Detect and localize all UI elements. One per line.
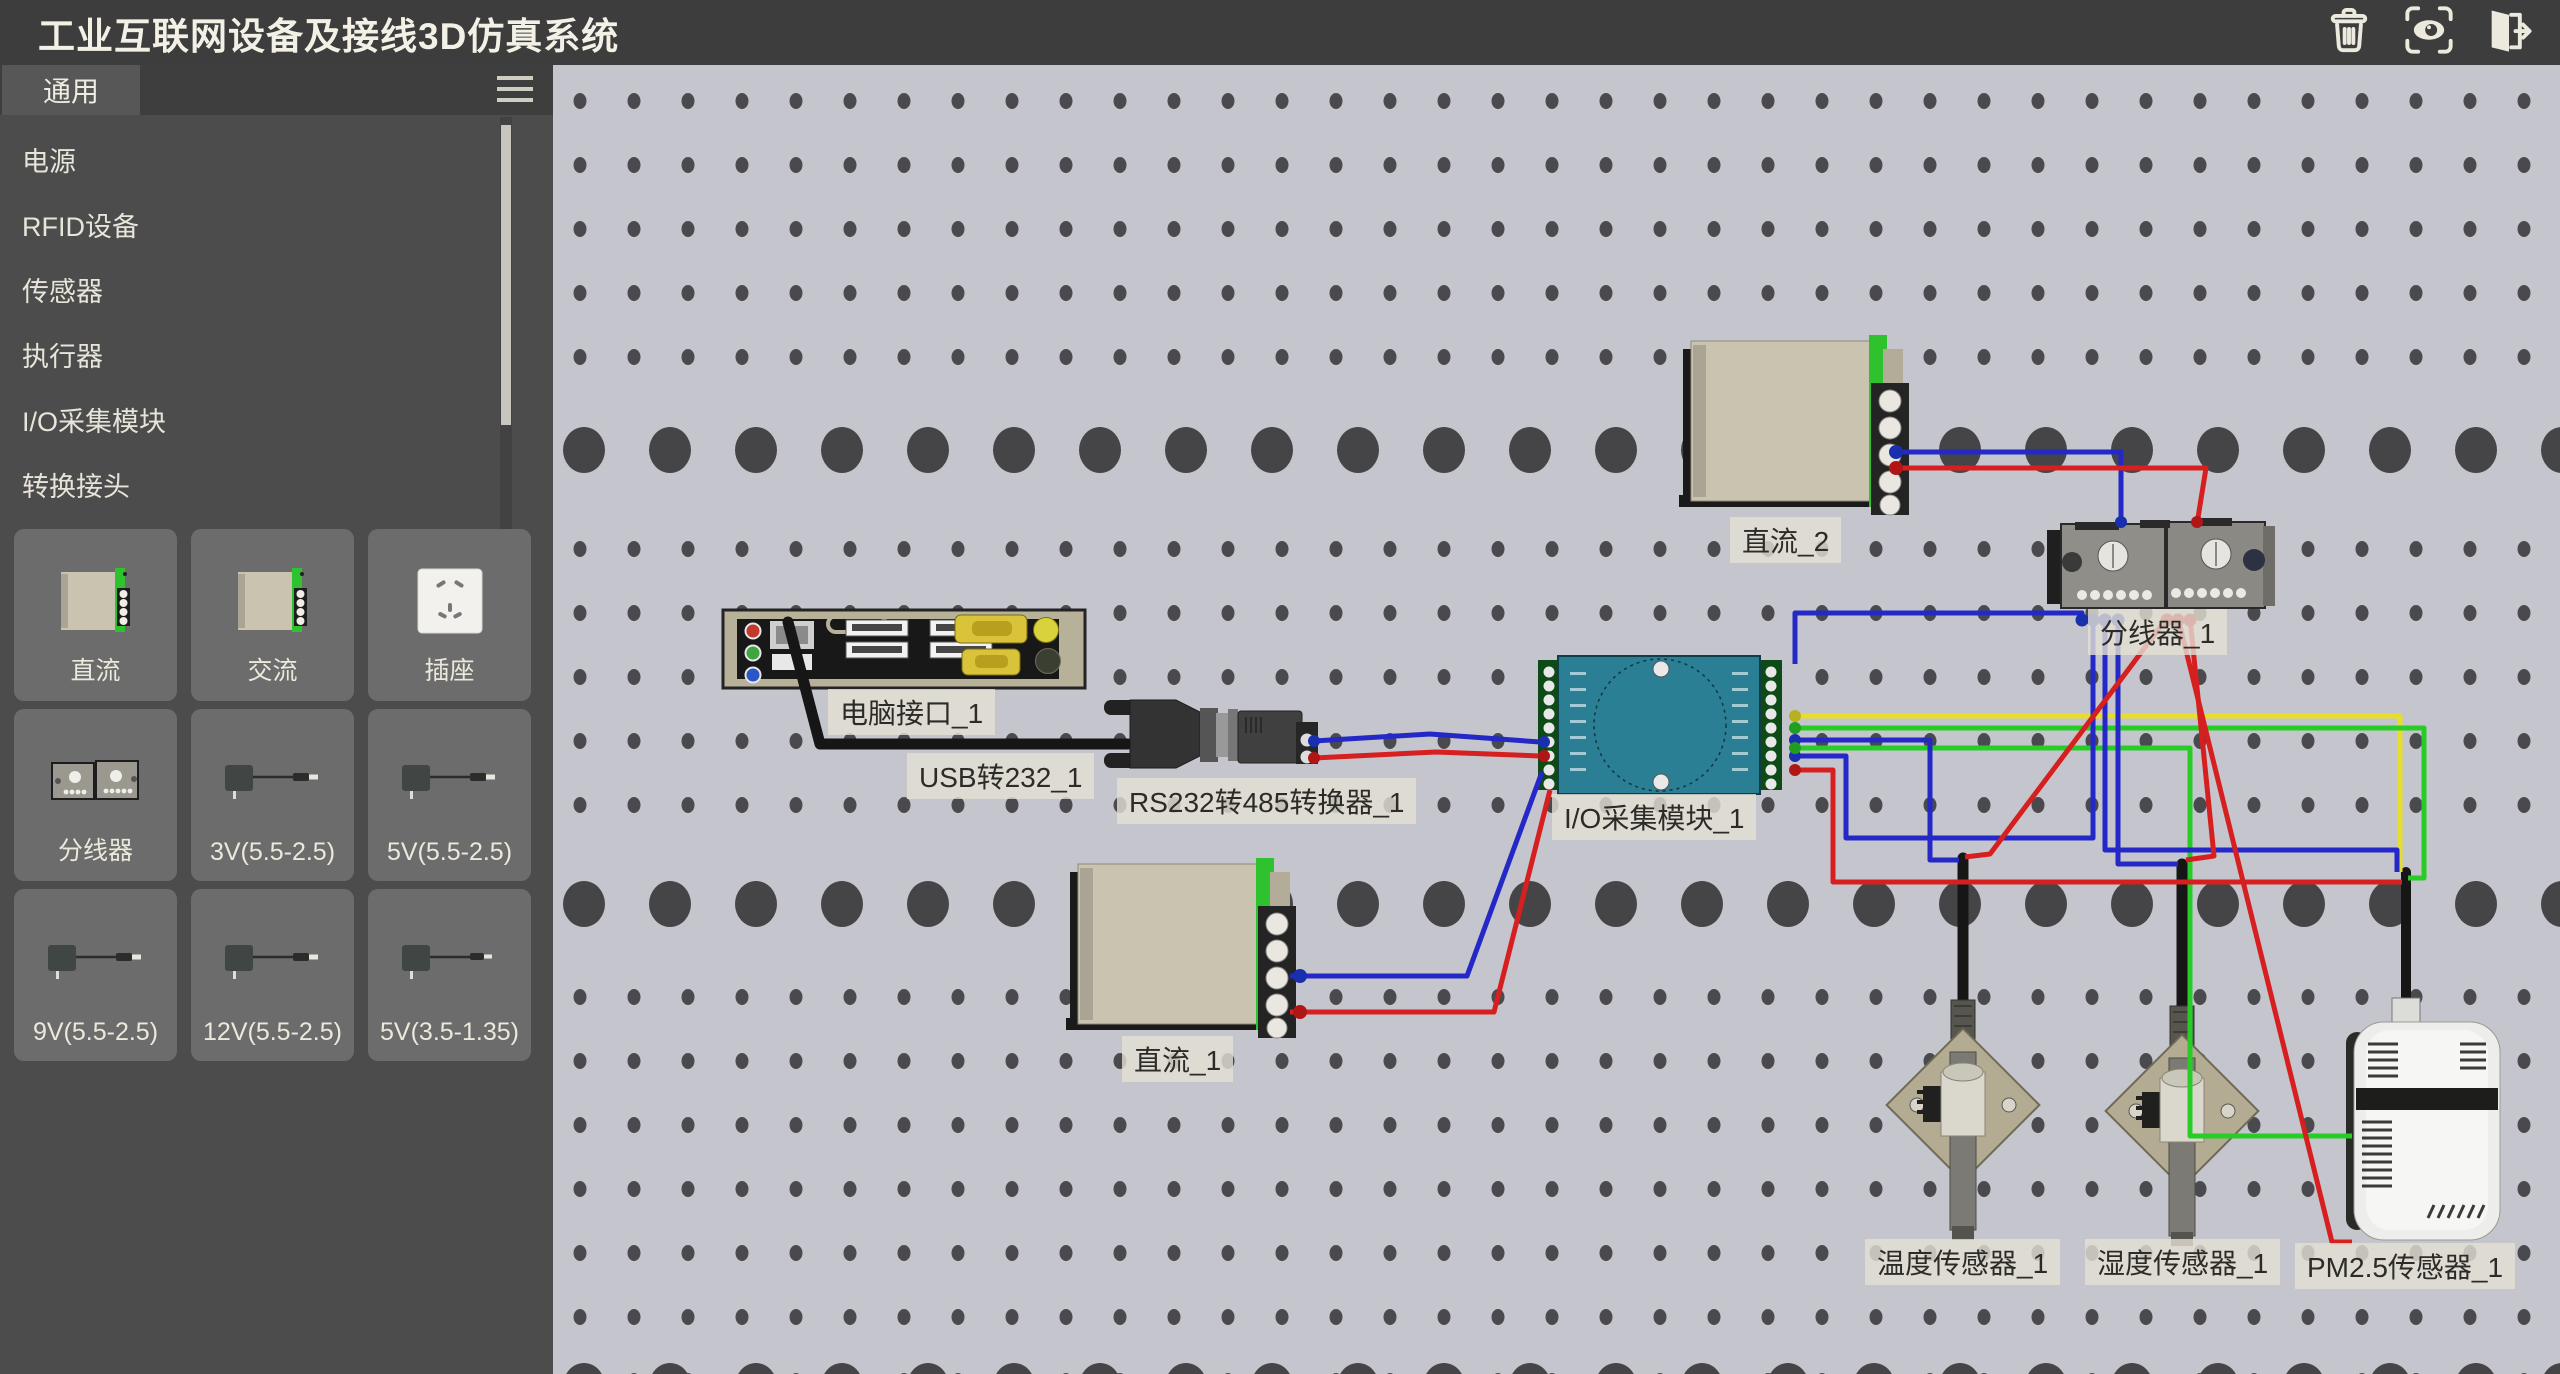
- tile-adapter-5v[interactable]: 5V(5.5-2.5): [368, 709, 531, 881]
- sidebar-item-actuator[interactable]: 执行器: [0, 325, 490, 390]
- device-label-io-module: I/O采集模块_1: [1552, 794, 1756, 840]
- device-label-pm25-sensor: PM2.5传感器_1: [2295, 1243, 2515, 1289]
- pegboard-bigdot-band: [553, 1352, 2560, 1374]
- device-label-usb232: USB转232_1: [907, 753, 1094, 799]
- simulation-canvas[interactable]: 电脑接口_1 USB转232_1 RS232转485转换器_1 I/O采集模块_…: [553, 65, 2560, 1374]
- delete-button[interactable]: [2322, 6, 2376, 60]
- trash-icon: [2323, 4, 2375, 61]
- sidebar-item-converter[interactable]: 转换接头: [0, 455, 490, 520]
- sidebar-scrollbar[interactable]: [500, 117, 512, 575]
- device-label-splitter: 分线器_1: [2088, 609, 2227, 655]
- power-adapter-icon: [223, 941, 323, 981]
- sidebar-item-sensor[interactable]: 传感器: [0, 260, 490, 325]
- device-label-pc-panel: 电脑接口_1: [828, 689, 995, 735]
- ac-power-icon: [234, 566, 312, 636]
- device-pc-panel[interactable]: [723, 610, 1085, 688]
- exit-button[interactable]: [2482, 6, 2536, 60]
- sidebar-item-rfid[interactable]: RFID设备: [0, 195, 490, 260]
- tile-ac-power[interactable]: 交流: [191, 529, 354, 701]
- tile-adapter-3v[interactable]: 3V(5.5-2.5): [191, 709, 354, 881]
- tile-label: 交流: [191, 651, 354, 687]
- tile-label: 插座: [368, 651, 531, 687]
- tile-adapter-9v[interactable]: 9V(5.5-2.5): [14, 889, 177, 1061]
- sidebar-item-io-module[interactable]: I/O采集模块: [0, 390, 490, 455]
- component-tiles: 直流 交流 插座: [14, 529, 531, 1061]
- device-dc-1[interactable]: [1066, 858, 1296, 1038]
- device-label-temp-sensor: 温度传感器_1: [1865, 1239, 2060, 1285]
- tile-adapter-5v-mini[interactable]: 5V(3.5-1.35): [368, 889, 531, 1061]
- power-adapter-icon: [223, 761, 323, 801]
- device-label-rs232-485: RS232转485转换器_1: [1117, 778, 1416, 824]
- dc-power-icon: [57, 566, 135, 636]
- app-title: 工业互联网设备及接线3D仿真系统: [38, 6, 619, 60]
- tile-socket[interactable]: 插座: [368, 529, 531, 701]
- tile-label: 3V(5.5-2.5): [191, 838, 354, 867]
- eye-scan-icon: [2403, 4, 2455, 61]
- tile-label: 分线器: [14, 831, 177, 867]
- sidebar-header: 通用: [0, 65, 553, 115]
- power-adapter-icon: [46, 941, 146, 981]
- device-pm25-sensor[interactable]: [2346, 998, 2500, 1240]
- tile-dc-power[interactable]: 直流: [14, 529, 177, 701]
- tile-label: 5V(5.5-2.5): [368, 838, 531, 867]
- top-bar: 工业互联网设备及接线3D仿真系统: [0, 0, 2560, 65]
- device-label-dc-2: 直流_2: [1730, 517, 1841, 563]
- pegboard-bigdot-band: [553, 407, 2560, 493]
- device-label-humidity-sensor: 湿度传感器_1: [2085, 1239, 2280, 1285]
- power-adapter-icon: [400, 941, 500, 981]
- tab-general[interactable]: 通用: [2, 65, 140, 115]
- component-sidebar: 通用 电源 RFID设备 传感器 执行器 I/O采集模块 转换接头 直流: [0, 65, 553, 1374]
- device-label-dc-1: 直流_1: [1122, 1036, 1233, 1082]
- exit-icon: [2483, 4, 2535, 61]
- power-adapter-icon: [400, 761, 500, 801]
- scrollbar-thumb[interactable]: [501, 125, 511, 425]
- tile-adapter-12v[interactable]: 12V(5.5-2.5): [191, 889, 354, 1061]
- splitter-icon: [50, 759, 142, 803]
- device-splitter[interactable]: [2047, 518, 2275, 608]
- tile-label: 12V(5.5-2.5): [191, 1018, 354, 1047]
- pegboard-bigdot-band: [553, 861, 2560, 947]
- tile-label: 9V(5.5-2.5): [14, 1018, 177, 1047]
- hamburger-icon[interactable]: [497, 76, 533, 104]
- tile-label: 直流: [14, 651, 177, 687]
- device-dc-2[interactable]: [1679, 335, 1909, 515]
- sidebar-item-power[interactable]: 电源: [0, 130, 490, 195]
- socket-icon: [414, 565, 486, 637]
- tile-splitter[interactable]: 分线器: [14, 709, 177, 881]
- tile-label: 5V(3.5-1.35): [368, 1018, 531, 1047]
- category-list: 电源 RFID设备 传感器 执行器 I/O采集模块 转换接头: [0, 130, 490, 520]
- device-io-module[interactable]: [1538, 656, 1782, 794]
- view-reset-button[interactable]: [2402, 6, 2456, 60]
- toolbar: [2322, 6, 2536, 60]
